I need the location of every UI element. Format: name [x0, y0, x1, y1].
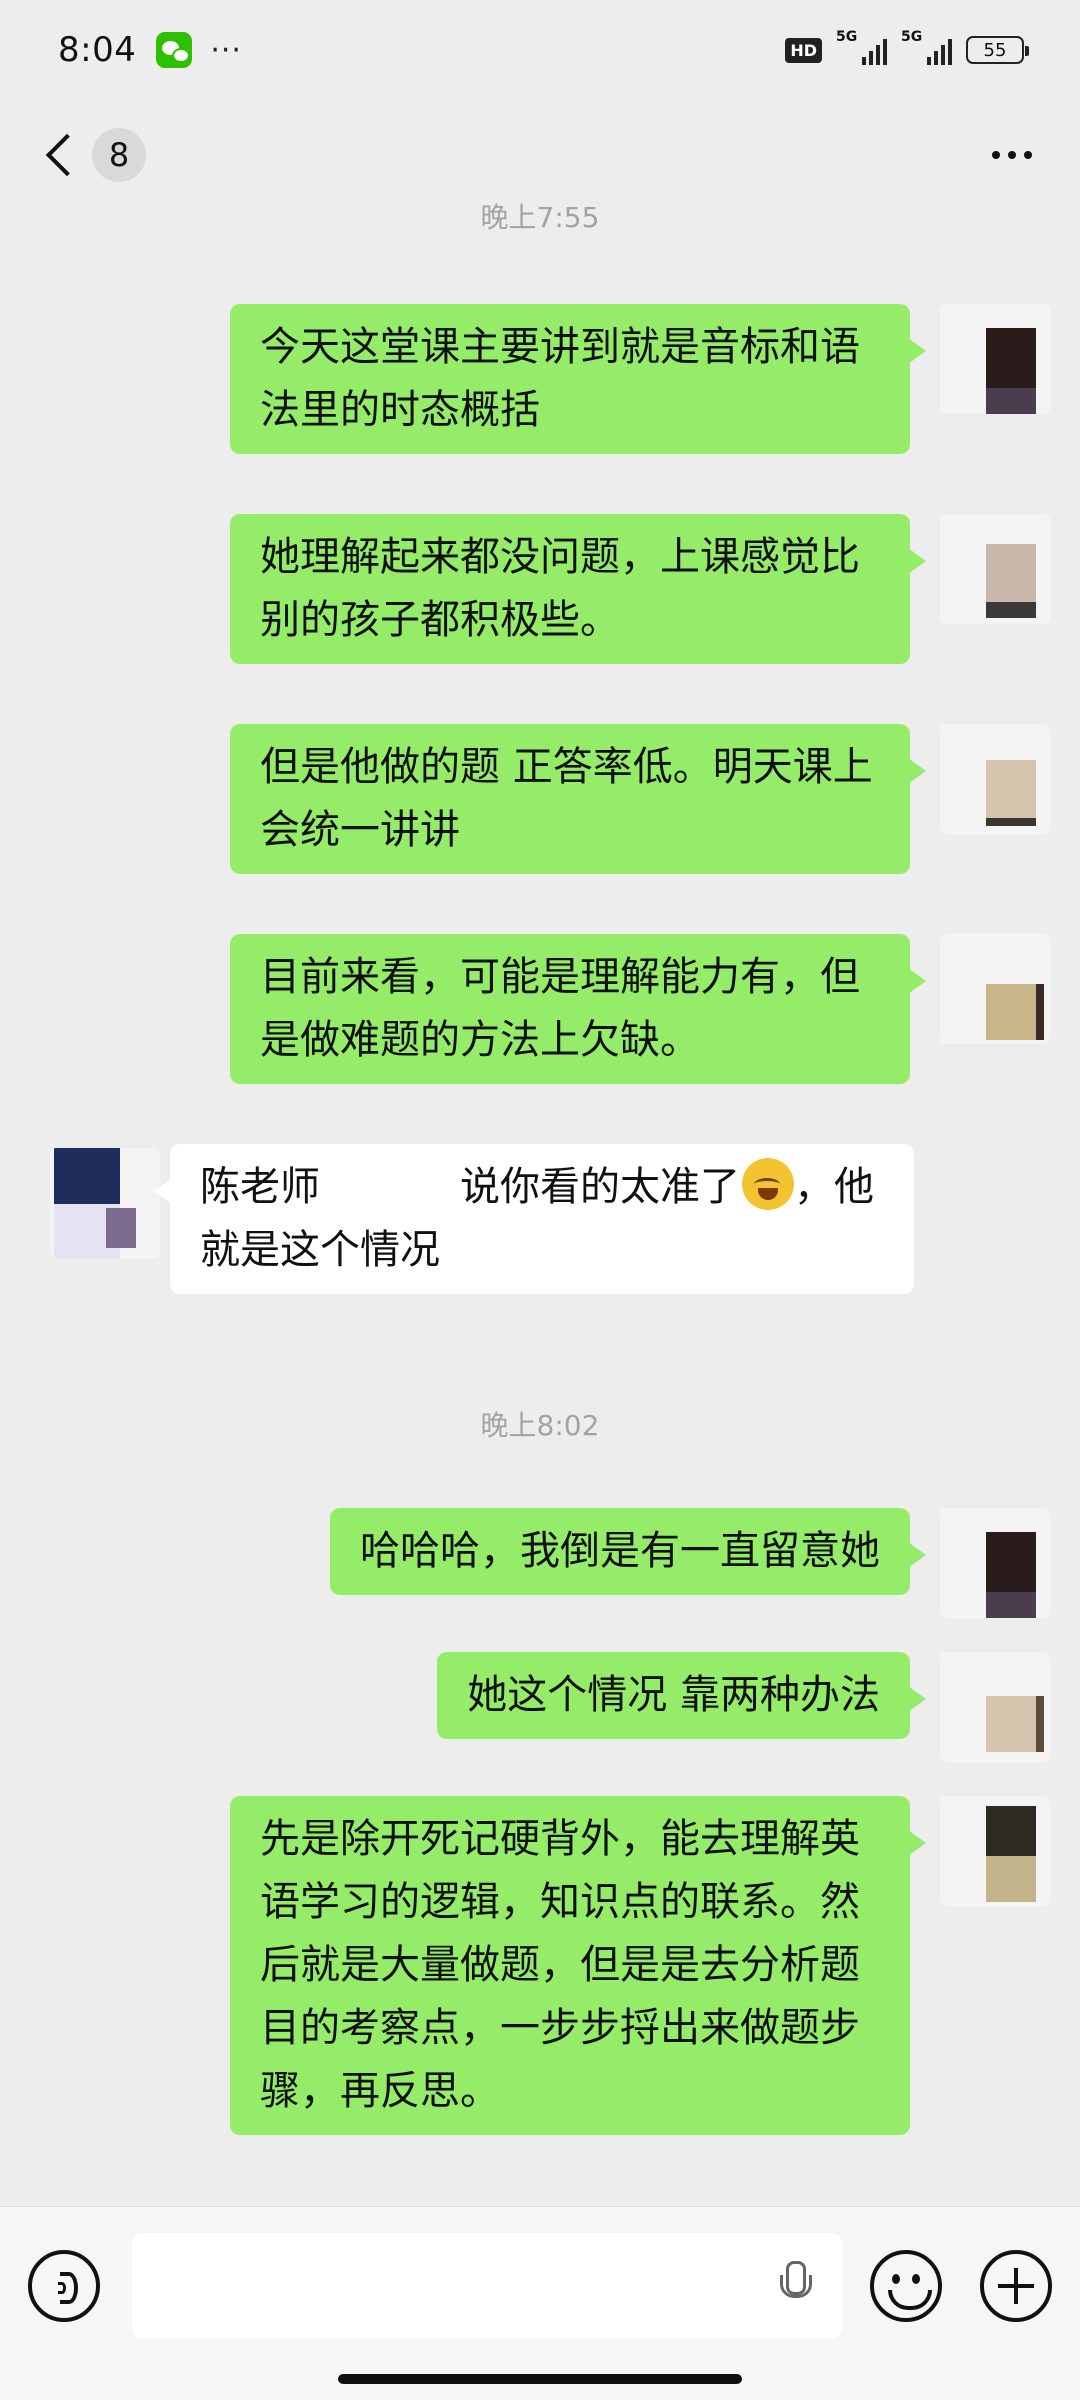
my-avatar[interactable]: [940, 514, 1050, 624]
message-bubble[interactable]: 但是他做的题 正答率低。明天课上会统一讲讲: [230, 724, 926, 874]
message-bubble[interactable]: 她这个情况 靠两种办法: [437, 1652, 926, 1739]
battery-icon: 55: [966, 36, 1029, 64]
status-bar: 8:04 ··· HD 5G 5G 55: [0, 0, 1080, 100]
my-avatar[interactable]: [940, 1796, 1050, 1906]
timestamp: 晚上8:02: [480, 1409, 600, 1442]
message-text: 说你看的太准了: [460, 1164, 740, 1210]
more-icon[interactable]: [992, 151, 1040, 159]
signal-icon-2: 5G: [901, 29, 952, 65]
message-bubble[interactable]: 今天这堂课主要讲到就是音标和语法里的时态概括: [230, 304, 926, 454]
message-bubble[interactable]: 哈哈哈，我倒是有一直留意她: [330, 1508, 926, 1595]
signal-label: 5G: [836, 29, 858, 45]
emoji-icon[interactable]: [870, 2250, 942, 2322]
back-icon[interactable]: [40, 130, 74, 180]
status-more-notifications: ···: [210, 32, 242, 68]
chat-input-bar: [0, 2206, 1080, 2400]
signal-icon: 5G: [836, 29, 887, 65]
home-indicator[interactable]: [338, 2374, 742, 2384]
plus-icon[interactable]: [980, 2250, 1052, 2322]
voice-input-icon[interactable]: [28, 2250, 100, 2322]
chat-nav-bar: 8: [0, 100, 1080, 210]
timestamp: 晚上7:55: [480, 201, 600, 234]
status-time: 8:04: [58, 30, 137, 70]
my-avatar[interactable]: [940, 1652, 1050, 1762]
signal-label-2: 5G: [901, 29, 923, 45]
hd-icon: HD: [785, 37, 822, 63]
message-bubble[interactable]: 先是除开死记硬背外，能去理解英语学习的逻辑，知识点的联系。然后就是大量做题，但是…: [230, 1796, 926, 2135]
contact-avatar[interactable]: [50, 1148, 160, 1258]
my-avatar[interactable]: [940, 934, 1050, 1044]
message-bubble[interactable]: 她理解起来都没问题，上课感觉比别的孩子都积极些。: [230, 514, 926, 664]
my-avatar[interactable]: [940, 304, 1050, 414]
message-text: 陈老师: [200, 1164, 320, 1210]
mic-icon[interactable]: [778, 2261, 812, 2311]
message-bubble[interactable]: 目前来看，可能是理解能力有，但是做难题的方法上欠缺。: [230, 934, 926, 1084]
status-right: HD 5G 5G 55: [785, 29, 1029, 65]
message-input[interactable]: [132, 2233, 842, 2339]
my-avatar[interactable]: [940, 724, 1050, 834]
message-bubble-incoming[interactable]: 陈老师 说你看的太准了 ，他就是这个情况: [154, 1144, 914, 1294]
wechat-notification-icon: [156, 32, 193, 68]
unread-count-badge[interactable]: 8: [92, 128, 146, 182]
my-avatar[interactable]: [940, 1508, 1050, 1618]
laughing-tears-emoji-icon: [742, 1158, 794, 1210]
